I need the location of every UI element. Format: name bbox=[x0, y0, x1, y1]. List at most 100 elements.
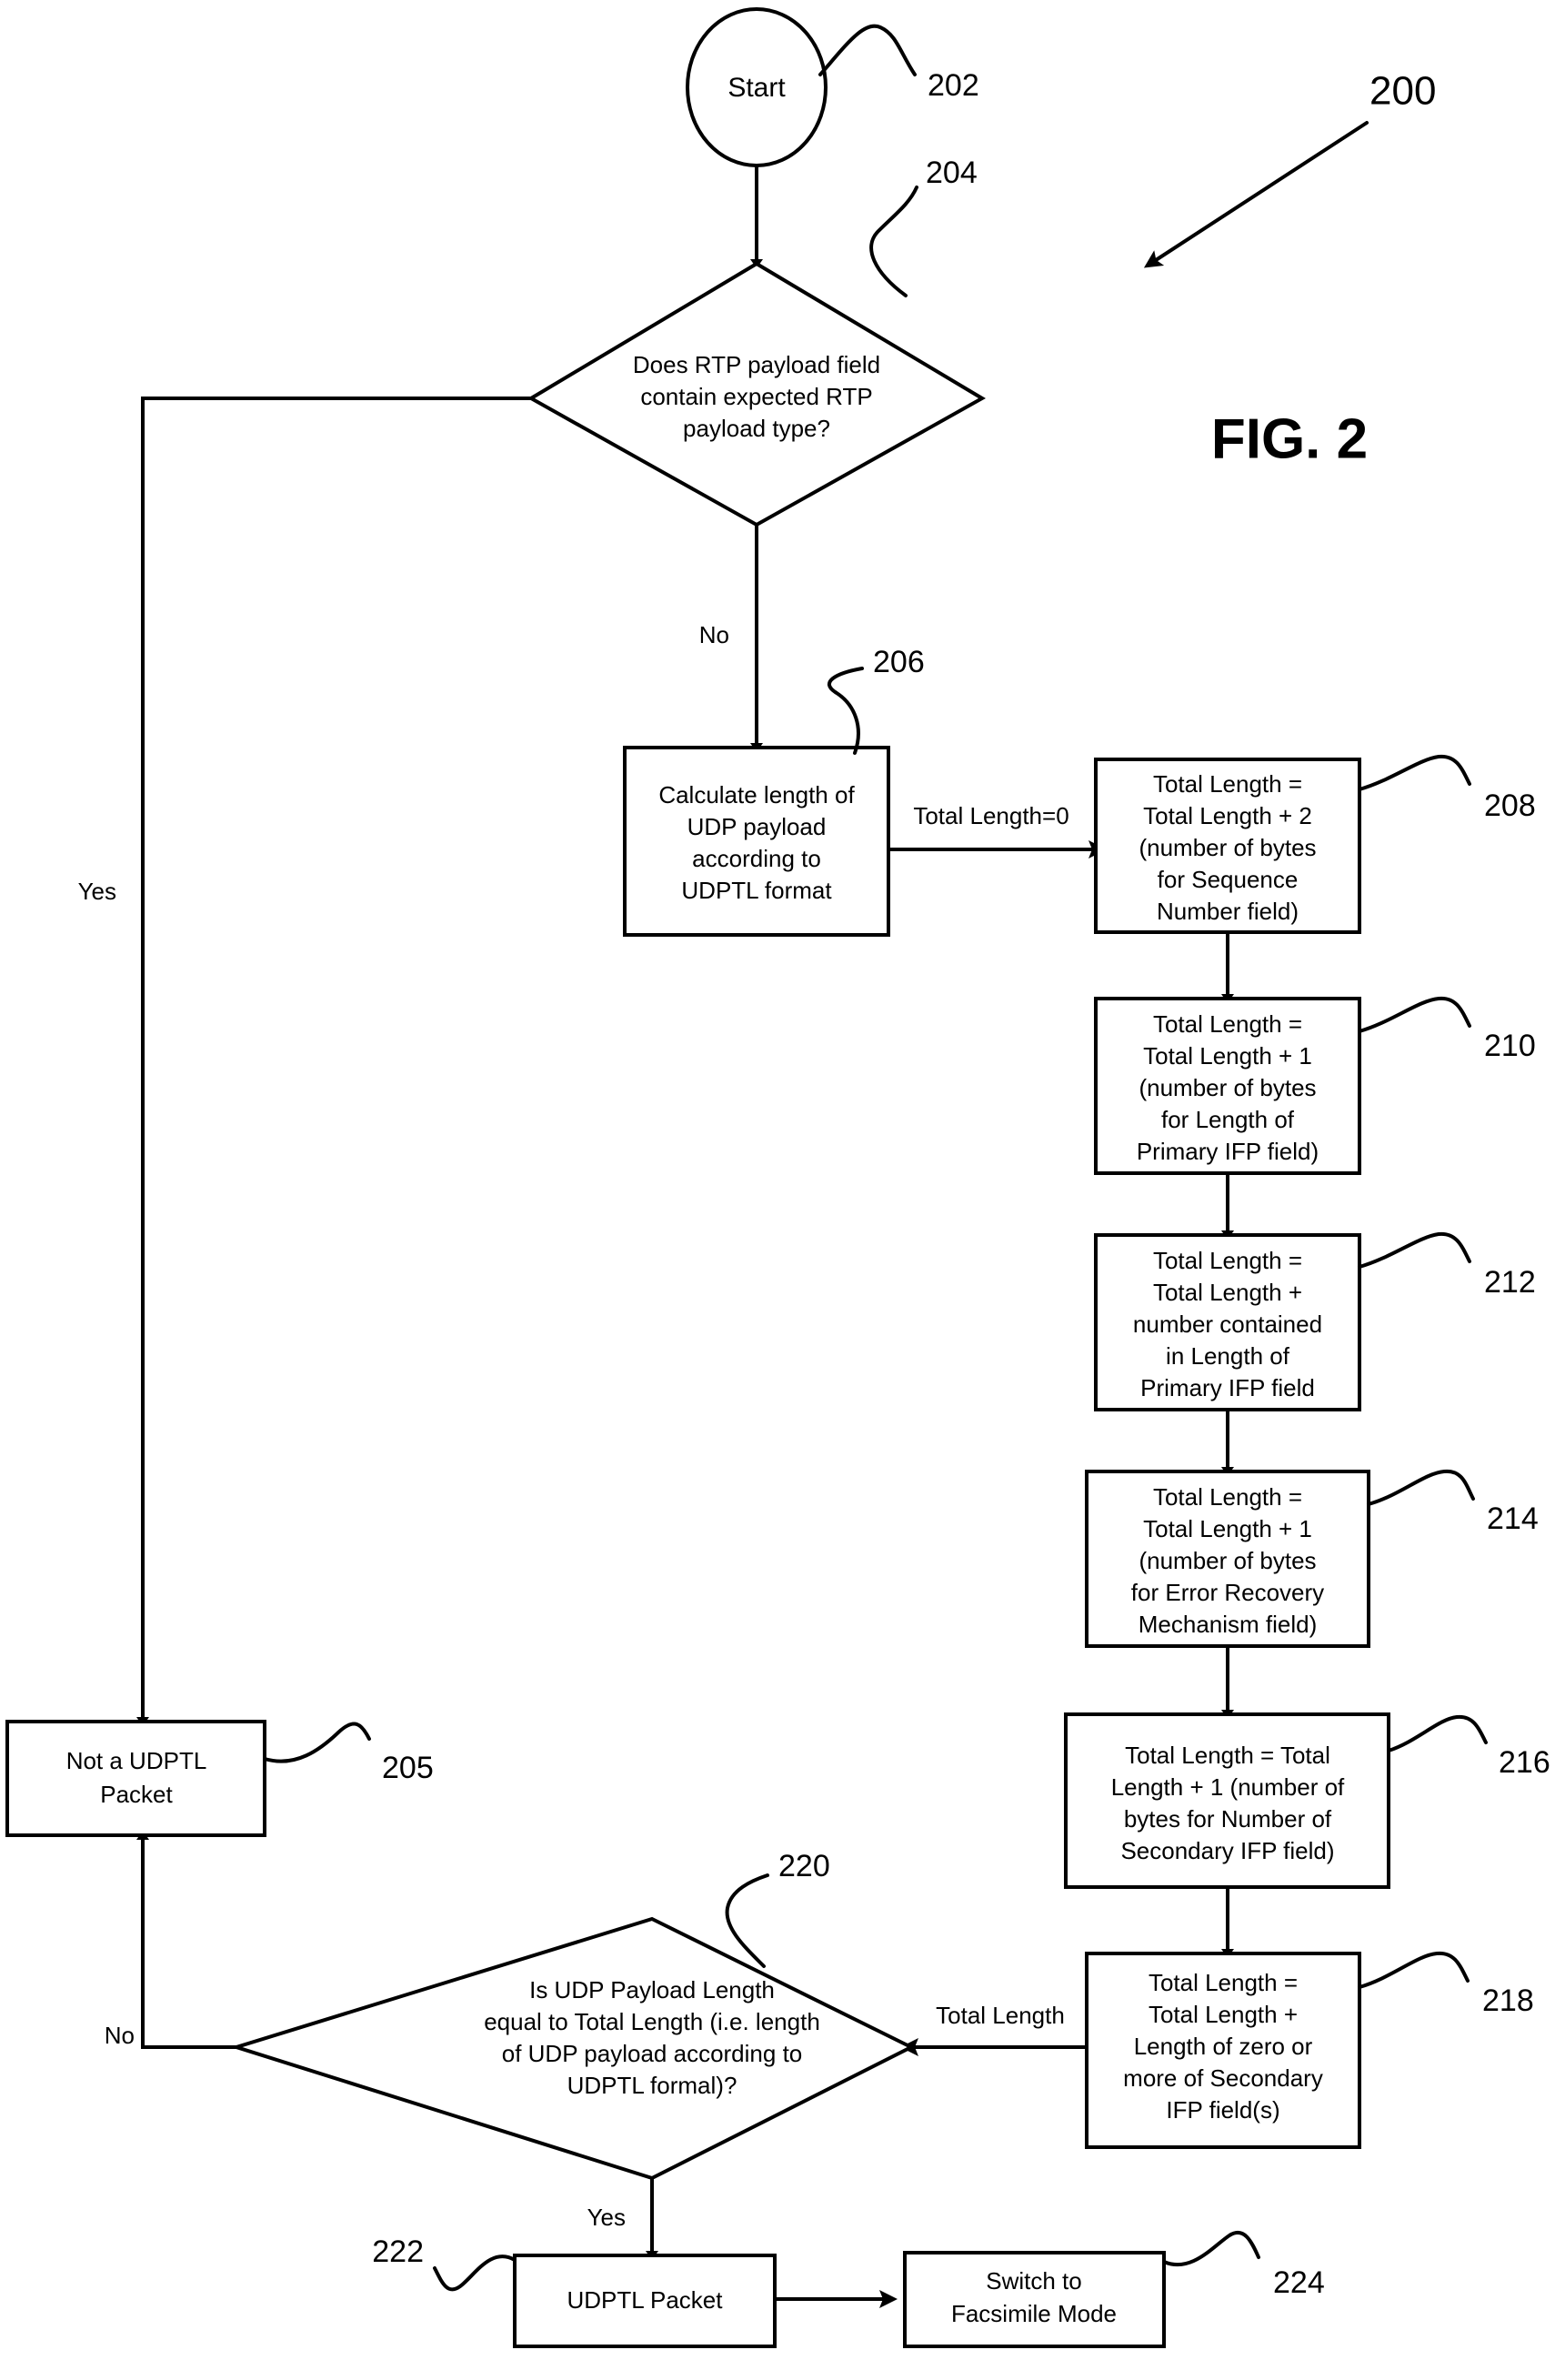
ref-number-214: 214 bbox=[1487, 1501, 1539, 1536]
node-sequence-number[interactable]: Total Length = Total Length + 2 (number … bbox=[1094, 758, 1361, 934]
ref-number-208: 208 bbox=[1484, 788, 1536, 823]
node-216-line2: Length + 1 (number of bbox=[1111, 1773, 1345, 1801]
ref-leader-202: 202 bbox=[818, 24, 979, 103]
ref-leader-208: 208 bbox=[1358, 754, 1536, 823]
node-218-line5: IFP field(s) bbox=[1166, 2096, 1279, 2124]
ref-number-220: 220 bbox=[778, 1849, 830, 1883]
ref-number-212: 212 bbox=[1484, 1265, 1536, 1300]
flowchart-canvas: Start Does RTP payload field contain exp… bbox=[5, 7, 1550, 2348]
ref-number-222: 222 bbox=[372, 2234, 424, 2269]
node-calc-line4: UDPTL format bbox=[681, 877, 832, 904]
node-205-line2: Packet bbox=[100, 1781, 173, 1808]
ref-number-200: 200 bbox=[1369, 69, 1436, 114]
patent-figure: Start Does RTP payload field contain exp… bbox=[0, 0, 1565, 2380]
node-not-udptl-packet[interactable]: Not a UDPTL Packet bbox=[5, 1720, 266, 1837]
ref-leader-216: 216 bbox=[1387, 1714, 1550, 1780]
node-decision-220-line2: equal to Total Length (i.e. length bbox=[484, 2008, 820, 2035]
ref-leader-218: 218 bbox=[1358, 1951, 1534, 2018]
ref-leader-212: 212 bbox=[1358, 1231, 1536, 1300]
node-primary-ifp-contained[interactable]: Total Length = Total Length + number con… bbox=[1094, 1233, 1361, 1411]
edge-label-total-length-zero: Total Length=0 bbox=[913, 802, 1068, 829]
node-214-line1: Total Length = bbox=[1153, 1483, 1302, 1511]
figure-label: FIG. 2 bbox=[1211, 407, 1368, 470]
node-218-line4: more of Secondary bbox=[1123, 2064, 1323, 2092]
ref-number-205: 205 bbox=[382, 1751, 434, 1785]
node-210-line1: Total Length = bbox=[1153, 1010, 1302, 1038]
svg-text:Yes: Yes bbox=[78, 878, 116, 905]
node-224-line1: Switch to bbox=[986, 2267, 1082, 2295]
node-222-label: UDPTL Packet bbox=[567, 2286, 724, 2314]
node-decision-rtp-line3: payload type? bbox=[683, 415, 830, 442]
node-secondary-ifp-length[interactable]: Total Length = Total Length + Length of … bbox=[1085, 1952, 1361, 2149]
node-218-line2: Total Length + bbox=[1149, 2001, 1298, 2028]
node-208-line4: for Sequence bbox=[1158, 866, 1299, 893]
node-208-line3: (number of bytes bbox=[1139, 834, 1316, 861]
node-decision-220-line1: Is UDP Payload Length bbox=[529, 1976, 775, 2003]
node-212-line1: Total Length = bbox=[1153, 1247, 1302, 1274]
node-212-line2: Total Length + bbox=[1153, 1279, 1302, 1306]
node-start[interactable]: Start bbox=[686, 7, 828, 167]
svg-text:Total Length=0: Total Length=0 bbox=[913, 802, 1068, 829]
node-udptl-packet[interactable]: UDPTL Packet bbox=[513, 2254, 777, 2348]
node-216-line1: Total Length = Total bbox=[1125, 1742, 1330, 1769]
svg-text:Yes: Yes bbox=[587, 2204, 626, 2231]
ref-leader-210: 210 bbox=[1358, 996, 1536, 1063]
ref-leader-222: 222 bbox=[372, 2234, 517, 2292]
node-210-line2: Total Length + 1 bbox=[1143, 1042, 1312, 1069]
svg-text:Total Length: Total Length bbox=[936, 2002, 1065, 2029]
node-218-line3: Length of zero or bbox=[1134, 2033, 1313, 2060]
node-210-line4: for Length of bbox=[1161, 1106, 1295, 1133]
node-205-line1: Not a UDPTL bbox=[66, 1747, 207, 1774]
node-210-line5: Primary IFP field) bbox=[1137, 1138, 1319, 1165]
node-218-line1: Total Length = bbox=[1149, 1969, 1298, 1996]
node-210-line3: (number of bytes bbox=[1139, 1074, 1316, 1101]
ref-leader-220: 220 bbox=[725, 1849, 830, 1968]
node-208-line2: Total Length + 2 bbox=[1143, 802, 1312, 829]
node-214-line3: (number of bytes bbox=[1139, 1547, 1316, 1574]
node-decision-udp-length[interactable]: Is UDP Payload Length equal to Total Len… bbox=[230, 1916, 916, 2181]
node-calc-line3: according to bbox=[692, 845, 821, 872]
ref-number-206: 206 bbox=[873, 645, 925, 679]
edge-label-udp-no: No bbox=[105, 2022, 135, 2049]
node-secondary-ifp-number[interactable]: Total Length = Total Length + 1 (number … bbox=[1064, 1712, 1390, 1889]
ref-leader-204: 204 bbox=[869, 156, 978, 297]
node-switch-facsimile[interactable]: Switch to Facsimile Mode bbox=[903, 2251, 1166, 2348]
node-216-line3: bytes for Number of bbox=[1124, 1805, 1332, 1833]
ref-leader-214: 214 bbox=[1367, 1469, 1539, 1536]
node-208-line1: Total Length = bbox=[1153, 770, 1302, 798]
ref-leader-206: 206 bbox=[828, 645, 925, 755]
node-decision-rtp-line2: contain expected RTP bbox=[640, 383, 872, 410]
node-214-line5: Mechanism field) bbox=[1139, 1611, 1318, 1638]
node-decision-220-line3: of UDP payload according to bbox=[502, 2040, 803, 2067]
connector-decision220-no bbox=[136, 1831, 236, 2049]
ref-number-210: 210 bbox=[1484, 1029, 1536, 1063]
svg-text:No: No bbox=[699, 621, 729, 648]
svg-text:No: No bbox=[105, 2022, 135, 2049]
edge-label-udp-yes: Yes bbox=[587, 2204, 626, 2231]
node-214-line4: for Error Recovery bbox=[1131, 1579, 1324, 1606]
node-calculate-length[interactable]: Calculate length of UDP payload accordin… bbox=[623, 746, 890, 937]
node-error-recovery[interactable]: Total Length = Total Length + 1 (number … bbox=[1085, 1470, 1370, 1648]
node-212-line4: in Length of bbox=[1166, 1342, 1290, 1370]
node-212-line3: number contained bbox=[1133, 1311, 1322, 1338]
ref-number-216: 216 bbox=[1499, 1745, 1550, 1780]
connector-decision204-yes bbox=[136, 397, 531, 1726]
ref-number-224: 224 bbox=[1273, 2265, 1325, 2300]
edge-label-total-length: Total Length bbox=[936, 2002, 1065, 2029]
edge-label-rtp-yes: Yes bbox=[78, 878, 116, 905]
node-calc-line2: UDP payload bbox=[687, 813, 827, 840]
figure-label-text: FIG. 2 bbox=[1211, 407, 1368, 470]
edge-label-rtp-no: No bbox=[699, 621, 729, 648]
node-208-line5: Number field) bbox=[1157, 898, 1299, 925]
node-calc-line1: Calculate length of bbox=[658, 781, 855, 808]
node-212-line5: Primary IFP field bbox=[1140, 1374, 1315, 1401]
node-primary-ifp-length[interactable]: Total Length = Total Length + 1 (number … bbox=[1094, 997, 1361, 1175]
node-decision-220-line4: UDPTL formal)? bbox=[567, 2072, 737, 2099]
node-216-line4: Secondary IFP field) bbox=[1120, 1837, 1334, 1864]
node-224-line2: Facsimile Mode bbox=[951, 2300, 1117, 2327]
node-decision-rtp-payload[interactable]: Does RTP payload field contain expected … bbox=[527, 261, 986, 527]
ref-leader-200: 200 bbox=[1143, 69, 1436, 268]
ref-leader-205: 205 bbox=[263, 1722, 434, 1785]
node-start-label: Start bbox=[727, 73, 786, 103]
ref-leader-224: 224 bbox=[1162, 2231, 1325, 2300]
